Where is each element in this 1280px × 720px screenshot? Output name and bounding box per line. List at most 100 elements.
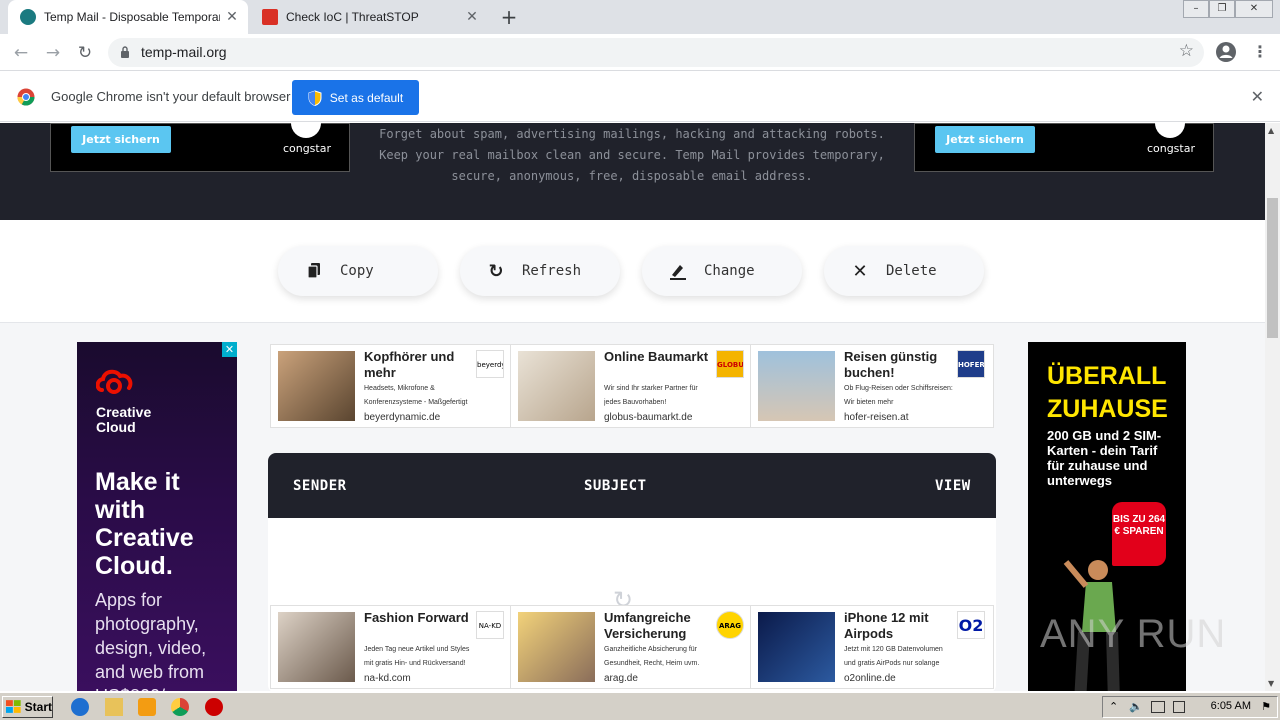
ad-thumbnail [278, 351, 355, 421]
native-ad[interactable]: iPhone 12 mit Airpods O2 Jetzt mit 120 G… [751, 606, 991, 688]
native-ad[interactable]: Online Baumarkt GLOBUS Wir sind Ihr star… [511, 345, 751, 427]
delete-button[interactable]: ✕ Delete [824, 246, 984, 296]
ad-title: Kopfhörer und mehr [364, 349, 455, 380]
change-label: Change [704, 263, 755, 279]
windows-logo-icon [6, 700, 21, 713]
congstar-brand: congstar [1146, 142, 1195, 155]
ie-icon[interactable] [71, 698, 89, 716]
jetzt-sichern-button[interactable]: Jetzt sichern [935, 126, 1035, 153]
windows-taskbar: Start ⌃ 🔈 6:05 AM ⚑ [0, 692, 1280, 720]
infobar-close-icon[interactable]: ✕ [1251, 87, 1264, 106]
top-ad-left[interactable]: Jetzt sichern congstar [50, 123, 350, 172]
threatstop-favicon-icon [262, 9, 278, 25]
reload-icon[interactable]: ↻ [72, 40, 98, 66]
shield-icon [308, 89, 322, 106]
tab-temp-mail[interactable]: Temp Mail - Disposable Temporary Email ✕ [8, 0, 248, 34]
ad-text: 200 GB und 2 SIM-Karten - dein Tarif für… [1047, 428, 1162, 488]
column-view: VIEW [935, 478, 971, 494]
creative-cloud-logo-icon [96, 369, 133, 394]
anyrun-watermark: ANY RUN [1040, 612, 1227, 656]
window-close-icon[interactable]: ✕ [1235, 0, 1273, 18]
edit-icon [668, 261, 688, 281]
ad-domain: beyerdynamic.de [364, 412, 441, 423]
page-content: Jetzt sichern congstar Forget about spam… [0, 123, 1265, 691]
copy-button[interactable]: Copy [278, 246, 438, 296]
ad-title: Fashion Forward [364, 610, 469, 625]
volume-icon[interactable]: 🔈 [1129, 700, 1143, 713]
native-ad[interactable]: Fashion Forward NA-KD Jeden Tag neue Art… [271, 606, 511, 688]
tab-threatstop[interactable]: Check IoC | ThreatSTOP ✕ [250, 0, 488, 34]
explorer-folder-icon[interactable] [105, 698, 123, 716]
back-icon[interactable]: ← [8, 40, 34, 66]
set-as-default-button[interactable]: Set as default [292, 80, 419, 115]
native-ads-row-bottom: Fashion Forward NA-KD Jeden Tag neue Art… [270, 605, 994, 689]
url-text: temp-mail.org [141, 44, 227, 60]
change-button[interactable]: Change [642, 246, 802, 296]
ad-brand-logo: O2 [957, 611, 985, 639]
system-tray: ⌃ 🔈 6:05 AM ⚑ [1102, 696, 1278, 718]
start-label: Start [24, 700, 52, 714]
page-scrollbar[interactable]: ▲ ▼ [1265, 123, 1280, 691]
email-actions-bar: Copy ↻ Refresh Change ✕ Delete [0, 220, 1265, 323]
scroll-down-icon[interactable]: ▼ [1268, 679, 1274, 688]
ad-headline: ÜBERALL ZUHAUSE [1047, 362, 1168, 423]
scroll-up-icon[interactable]: ▲ [1268, 126, 1274, 135]
bookmark-star-icon[interactable]: ☆ [1179, 41, 1194, 61]
ad-headline: Make it with Creative Cloud. [95, 468, 194, 580]
profile-avatar-icon[interactable] [1215, 41, 1237, 63]
flag-icon[interactable]: ⚑ [1261, 700, 1271, 713]
tab-strip: Temp Mail - Disposable Temporary Email ✕… [0, 0, 1280, 34]
browser-toolbar: ← → ↻ temp-mail.org ☆ ⋮ [0, 34, 1280, 71]
ad-domain: arag.de [604, 673, 638, 684]
ad-subtext: Apps for photography, design, video, and… [95, 590, 207, 691]
action-center-icon[interactable] [1173, 701, 1185, 713]
chrome-taskbar-icon[interactable] [171, 698, 189, 716]
ad-title: Reisen günstig buchen! [844, 349, 938, 380]
column-sender: SENDER [293, 478, 347, 494]
jetzt-sichern-button[interactable]: Jetzt sichern [71, 126, 171, 153]
close-tab-icon[interactable]: ✕ [224, 9, 240, 25]
lock-icon [121, 46, 129, 58]
adchoices-icon[interactable]: ✕ [222, 342, 237, 357]
ad-title: Online Baumarkt [604, 349, 709, 364]
forward-icon[interactable]: → [40, 40, 66, 66]
scrollbar-thumb[interactable] [1267, 198, 1278, 338]
native-ad[interactable]: Kopfhörer und mehr beyerdynamic Headsets… [271, 345, 511, 427]
media-player-icon[interactable] [138, 698, 156, 716]
column-subject: SUBJECT [584, 478, 647, 494]
set-as-default-label: Set as default [329, 90, 404, 105]
ad-title: Umfangreiche Versicherung [604, 610, 691, 641]
minimize-icon[interactable]: – [1183, 0, 1209, 18]
native-ad[interactable]: Reisen günstig buchen! HOFER Ob Flug-Rei… [751, 345, 991, 427]
default-browser-infobar: Google Chrome isn't your default browser… [0, 72, 1280, 122]
new-tab-icon[interactable]: + [498, 6, 520, 28]
network-icon[interactable] [1151, 701, 1165, 713]
copy-icon [304, 261, 324, 281]
native-ad[interactable]: Umfangreiche Versicherung ARAG Ganzheitl… [511, 606, 751, 688]
refresh-button[interactable]: ↻ Refresh [460, 246, 620, 296]
maximize-icon[interactable]: ❐ [1209, 0, 1235, 18]
ad-domain: o2online.de [844, 673, 896, 684]
ad-title: iPhone 12 mit Airpods [844, 610, 929, 641]
native-ads-row-top: Kopfhörer und mehr beyerdynamic Headsets… [270, 344, 994, 428]
top-ad-right[interactable]: Jetzt sichern congstar [914, 123, 1214, 172]
tray-expand-icon[interactable]: ⌃ [1109, 700, 1118, 713]
ad-description: Jetzt mit 120 GB Datenvolumen und gratis… [844, 646, 943, 667]
chrome-logo-icon [17, 88, 35, 106]
close-tab-icon[interactable]: ✕ [464, 9, 480, 25]
creative-cloud-ad[interactable]: ✕ Creative Cloud Make it with Creative C… [77, 342, 237, 691]
congstar-mark-icon [291, 123, 321, 138]
ad-brand-logo: HOFER [957, 350, 985, 378]
taskbar-clock: 6:05 AM [1210, 700, 1251, 712]
tab-title: Check IoC | ThreatSTOP [286, 10, 419, 24]
refresh-label: Refresh [522, 263, 582, 279]
chrome-menu-icon[interactable]: ⋮ [1252, 42, 1268, 61]
security-app-icon[interactable] [205, 698, 223, 716]
ad-thumbnail [518, 612, 595, 682]
ad-brand-logo: NA-KD [476, 611, 504, 639]
hero-description: Forget about spam, advertising mailings,… [379, 127, 885, 183]
delete-icon: ✕ [852, 260, 868, 282]
start-button[interactable]: Start [2, 696, 53, 718]
infobar-message: Google Chrome isn't your default browser [51, 89, 291, 104]
address-bar[interactable]: temp-mail.org ☆ [108, 38, 1204, 67]
